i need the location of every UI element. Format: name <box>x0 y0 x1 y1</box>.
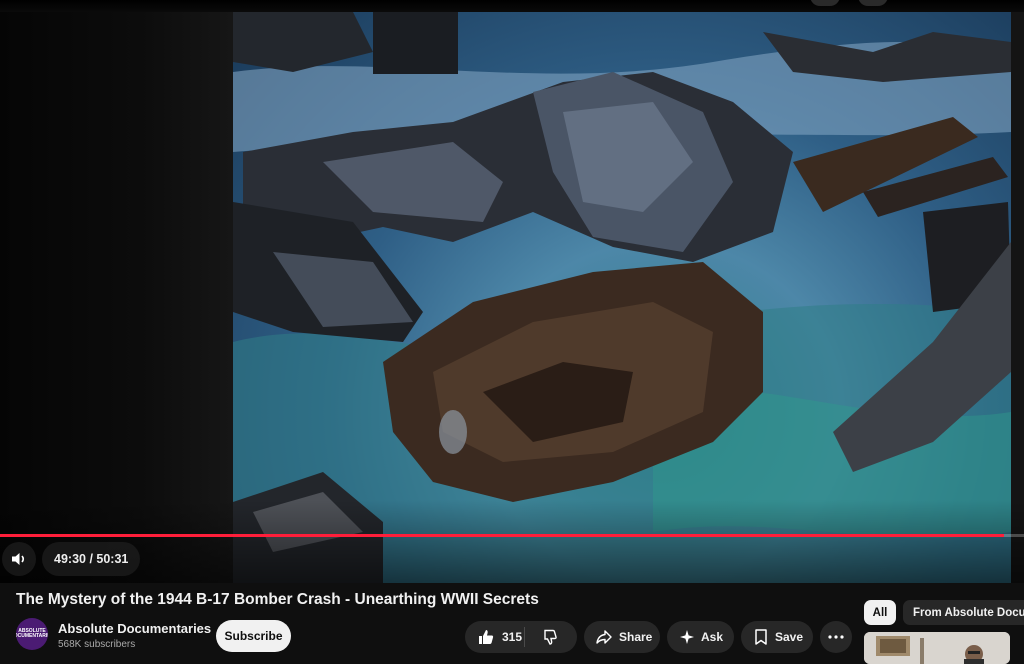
save-button[interactable]: Save <box>741 621 813 653</box>
more-icon <box>828 635 844 639</box>
subscriber-count: 568K subscribers <box>58 639 136 650</box>
player-top-edge <box>0 0 1024 12</box>
progress-bar[interactable] <box>0 534 1024 537</box>
more-actions-button[interactable] <box>820 621 852 653</box>
save-icon <box>755 629 767 645</box>
share-icon <box>596 630 612 644</box>
duration: 50:31 <box>96 552 129 566</box>
like-dislike-group: 315 <box>465 621 577 653</box>
volume-button[interactable] <box>2 542 36 576</box>
player-top-button[interactable] <box>858 0 888 6</box>
dislike-icon <box>544 629 557 645</box>
chip-all[interactable]: All <box>864 600 896 625</box>
save-label: Save <box>775 630 804 644</box>
current-time: 49:30 <box>54 552 86 566</box>
player-controls: 49:30 / 50:31 <box>0 540 1024 580</box>
time-display: 49:30 / 50:31 <box>42 542 141 576</box>
player-top-button[interactable] <box>810 0 840 6</box>
subscribe-button[interactable]: Subscribe <box>216 620 291 652</box>
channel-avatar[interactable]: ABSOLUTE DOCUMENTARIES <box>16 618 48 650</box>
ask-label: Ask <box>701 630 724 644</box>
ask-button[interactable]: Ask <box>667 621 734 653</box>
player-letterbox-left <box>0 0 233 583</box>
recommended-video-thumbnail[interactable] <box>864 632 1010 664</box>
ask-sparkle-icon <box>680 630 694 644</box>
time-separator: / <box>85 552 97 566</box>
like-icon <box>479 630 494 644</box>
video-title: The Mystery of the 1944 B-17 Bomber Cras… <box>16 591 539 608</box>
video-player[interactable]: 49:30 / 50:31 <box>0 0 1024 583</box>
dislike-button[interactable] <box>525 621 577 653</box>
like-button[interactable]: 315 <box>465 627 525 647</box>
share-button[interactable]: Share <box>584 621 660 653</box>
volume-icon <box>12 553 25 565</box>
thumbnail-image <box>864 632 1010 664</box>
channel-name[interactable]: Absolute Documentaries <box>58 621 211 636</box>
video-frame[interactable] <box>233 12 1011 583</box>
like-count: 315 <box>502 630 523 644</box>
progress-played <box>0 534 1004 537</box>
chip-from-channel[interactable]: From Absolute Docume <box>903 600 1024 625</box>
avatar-logo-text: ABSOLUTE DOCUMENTARIES <box>16 628 48 639</box>
share-label: Share <box>619 630 653 644</box>
video-scene-wreckage <box>233 12 1011 583</box>
player-letterbox-right <box>1011 0 1024 583</box>
